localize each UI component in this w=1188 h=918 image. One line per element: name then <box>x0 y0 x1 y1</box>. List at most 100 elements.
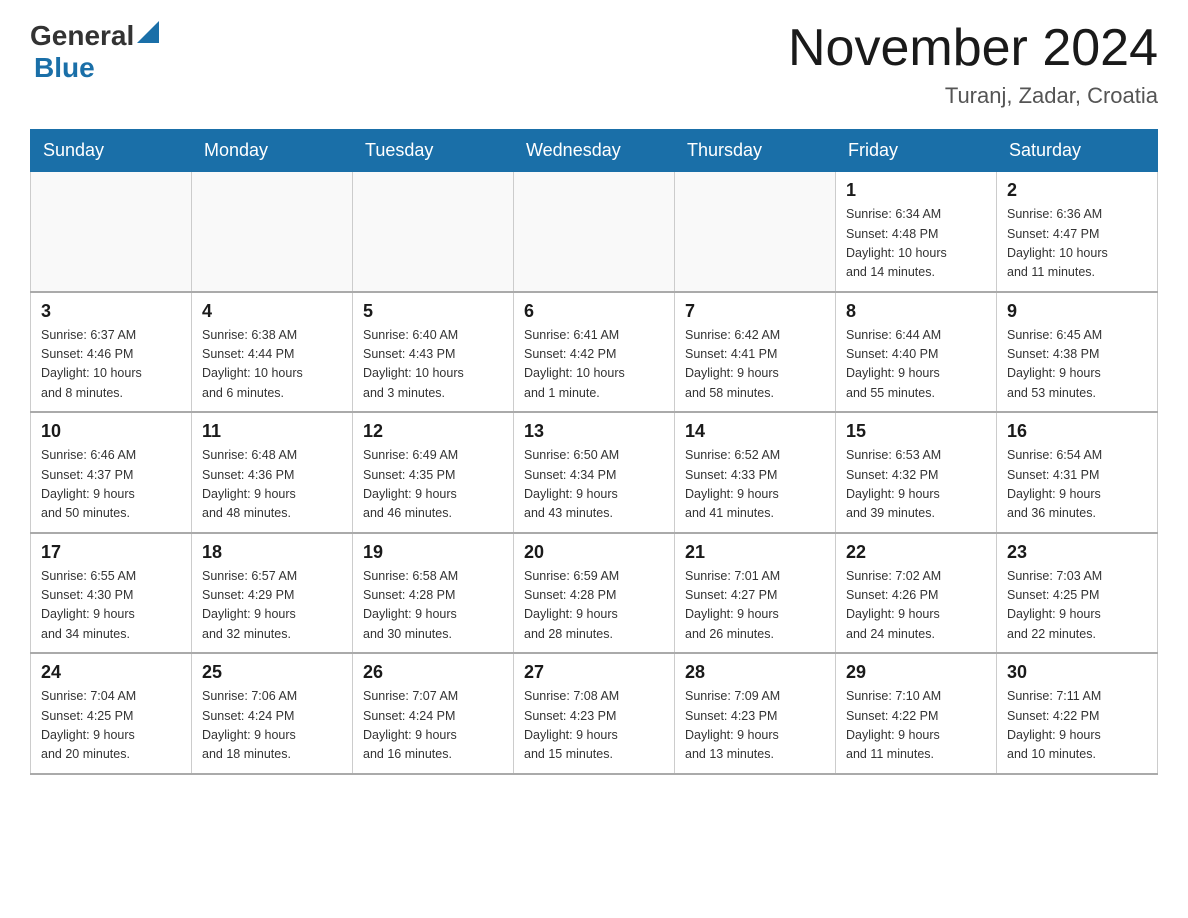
calendar-cell: 28Sunrise: 7:09 AMSunset: 4:23 PMDayligh… <box>675 653 836 774</box>
day-number: 2 <box>1007 180 1147 201</box>
day-number: 10 <box>41 421 181 442</box>
calendar-cell: 19Sunrise: 6:58 AMSunset: 4:28 PMDayligh… <box>353 533 514 654</box>
calendar-cell: 3 Sunrise: 6:37 AMSunset: 4:46 PMDaylight… <box>31 292 192 413</box>
day-info: Sunrise: 6:44 AMSunset: 4:40 PMDaylight:… <box>846 326 986 404</box>
calendar-cell: 14Sunrise: 6:52 AMSunset: 4:33 PMDayligh… <box>675 412 836 533</box>
day-number: 9 <box>1007 301 1147 322</box>
day-number: 18 <box>202 542 342 563</box>
week-row-1: 1 Sunrise: 6:34 AMSunset: 4:48 PMDaylight… <box>31 172 1158 292</box>
day-info: Sunrise: 6:36 AMSunset: 4:47 PMDaylight:… <box>1007 205 1147 283</box>
calendar-cell: 22 Sunrise: 7:02 AMSunset: 4:26 PMDayligh… <box>836 533 997 654</box>
day-info: Sunrise: 7:02 AMSunset: 4:26 PMDaylight:… <box>846 567 986 645</box>
day-number: 19 <box>363 542 503 563</box>
calendar-cell <box>675 172 836 292</box>
col-header-sunday: Sunday <box>31 130 192 172</box>
calendar-cell: 27 Sunrise: 7:08 AMSunset: 4:23 PMDayligh… <box>514 653 675 774</box>
day-info: Sunrise: 6:59 AMSunset: 4:28 PMDaylight:… <box>524 567 664 645</box>
day-info: Sunrise: 6:54 AMSunset: 4:31 PMDaylight:… <box>1007 446 1147 524</box>
day-number: 30 <box>1007 662 1147 683</box>
calendar-cell: 29 Sunrise: 7:10 AMSunset: 4:22 PMDayligh… <box>836 653 997 774</box>
day-number: 8 <box>846 301 986 322</box>
day-info: Sunrise: 6:50 AMSunset: 4:34 PMDaylight:… <box>524 446 664 524</box>
day-info: Sunrise: 6:53 AMSunset: 4:32 PMDaylight:… <box>846 446 986 524</box>
calendar-cell: 1 Sunrise: 6:34 AMSunset: 4:48 PMDaylight… <box>836 172 997 292</box>
calendar-subtitle: Turanj, Zadar, Croatia <box>788 83 1158 109</box>
day-number: 20 <box>524 542 664 563</box>
calendar-cell: 10 Sunrise: 6:46 AMSunset: 4:37 PMDayligh… <box>31 412 192 533</box>
day-info: Sunrise: 6:49 AMSunset: 4:35 PMDaylight:… <box>363 446 503 524</box>
day-number: 14 <box>685 421 825 442</box>
week-row-3: 10 Sunrise: 6:46 AMSunset: 4:37 PMDayligh… <box>31 412 1158 533</box>
day-info: Sunrise: 6:48 AMSunset: 4:36 PMDaylight:… <box>202 446 342 524</box>
calendar-cell: 30 Sunrise: 7:11 AMSunset: 4:22 PMDayligh… <box>997 653 1158 774</box>
calendar-cell: 2 Sunrise: 6:36 AMSunset: 4:47 PMDaylight… <box>997 172 1158 292</box>
day-info: Sunrise: 6:57 AMSunset: 4:29 PMDaylight:… <box>202 567 342 645</box>
day-info: Sunrise: 6:55 AMSunset: 4:30 PMDaylight:… <box>41 567 181 645</box>
col-header-friday: Friday <box>836 130 997 172</box>
calendar-cell: 4 Sunrise: 6:38 AMSunset: 4:44 PMDaylight… <box>192 292 353 413</box>
day-info: Sunrise: 7:04 AMSunset: 4:25 PMDaylight:… <box>41 687 181 765</box>
calendar-cell: 26Sunrise: 7:07 AMSunset: 4:24 PMDayligh… <box>353 653 514 774</box>
week-row-4: 17 Sunrise: 6:55 AMSunset: 4:30 PMDayligh… <box>31 533 1158 654</box>
calendar-cell: 13 Sunrise: 6:50 AMSunset: 4:34 PMDayligh… <box>514 412 675 533</box>
col-header-tuesday: Tuesday <box>353 130 514 172</box>
day-info: Sunrise: 7:08 AMSunset: 4:23 PMDaylight:… <box>524 687 664 765</box>
day-info: Sunrise: 7:03 AMSunset: 4:25 PMDaylight:… <box>1007 567 1147 645</box>
day-number: 17 <box>41 542 181 563</box>
calendar-cell: 11 Sunrise: 6:48 AMSunset: 4:36 PMDayligh… <box>192 412 353 533</box>
calendar-cell <box>31 172 192 292</box>
calendar-title: November 2024 <box>788 20 1158 77</box>
calendar-cell: 12 Sunrise: 6:49 AMSunset: 4:35 PMDayligh… <box>353 412 514 533</box>
calendar-cell <box>514 172 675 292</box>
day-info: Sunrise: 7:11 AMSunset: 4:22 PMDaylight:… <box>1007 687 1147 765</box>
calendar-cell: 18 Sunrise: 6:57 AMSunset: 4:29 PMDayligh… <box>192 533 353 654</box>
day-info: Sunrise: 7:09 AMSunset: 4:23 PMDaylight:… <box>685 687 825 765</box>
day-number: 15 <box>846 421 986 442</box>
day-number: 25 <box>202 662 342 683</box>
day-info: Sunrise: 6:37 AMSunset: 4:46 PMDaylight:… <box>41 326 181 404</box>
day-number: 12 <box>363 421 503 442</box>
day-number: 6 <box>524 301 664 322</box>
calendar-cell: 15 Sunrise: 6:53 AMSunset: 4:32 PMDayligh… <box>836 412 997 533</box>
calendar-cell: 9Sunrise: 6:45 AMSunset: 4:38 PMDaylight… <box>997 292 1158 413</box>
day-info: Sunrise: 7:01 AMSunset: 4:27 PMDaylight:… <box>685 567 825 645</box>
calendar-cell <box>353 172 514 292</box>
day-info: Sunrise: 7:10 AMSunset: 4:22 PMDaylight:… <box>846 687 986 765</box>
day-number: 5 <box>363 301 503 322</box>
day-info: Sunrise: 7:07 AMSunset: 4:24 PMDaylight:… <box>363 687 503 765</box>
day-info: Sunrise: 7:06 AMSunset: 4:24 PMDaylight:… <box>202 687 342 765</box>
day-info: Sunrise: 6:41 AMSunset: 4:42 PMDaylight:… <box>524 326 664 404</box>
day-number: 22 <box>846 542 986 563</box>
logo-blue: Blue <box>34 52 95 83</box>
calendar-cell: 20 Sunrise: 6:59 AMSunset: 4:28 PMDayligh… <box>514 533 675 654</box>
day-info: Sunrise: 6:34 AMSunset: 4:48 PMDaylight:… <box>846 205 986 283</box>
calendar-cell: 5Sunrise: 6:40 AMSunset: 4:43 PMDaylight… <box>353 292 514 413</box>
day-info: Sunrise: 6:38 AMSunset: 4:44 PMDaylight:… <box>202 326 342 404</box>
calendar-cell: 21 Sunrise: 7:01 AMSunset: 4:27 PMDayligh… <box>675 533 836 654</box>
day-number: 21 <box>685 542 825 563</box>
calendar-cell: 16Sunrise: 6:54 AMSunset: 4:31 PMDayligh… <box>997 412 1158 533</box>
day-number: 29 <box>846 662 986 683</box>
day-number: 11 <box>202 421 342 442</box>
day-number: 4 <box>202 301 342 322</box>
calendar-cell: 24 Sunrise: 7:04 AMSunset: 4:25 PMDayligh… <box>31 653 192 774</box>
logo-triangle-icon <box>137 21 159 43</box>
col-header-saturday: Saturday <box>997 130 1158 172</box>
calendar-cell: 8 Sunrise: 6:44 AMSunset: 4:40 PMDaylight… <box>836 292 997 413</box>
calendar-cell: 17 Sunrise: 6:55 AMSunset: 4:30 PMDayligh… <box>31 533 192 654</box>
col-header-monday: Monday <box>192 130 353 172</box>
day-number: 13 <box>524 421 664 442</box>
calendar-cell: 6 Sunrise: 6:41 AMSunset: 4:42 PMDaylight… <box>514 292 675 413</box>
calendar-table: SundayMondayTuesdayWednesdayThursdayFrid… <box>30 129 1158 775</box>
day-info: Sunrise: 6:46 AMSunset: 4:37 PMDaylight:… <box>41 446 181 524</box>
header-row: SundayMondayTuesdayWednesdayThursdayFrid… <box>31 130 1158 172</box>
day-number: 3 <box>41 301 181 322</box>
calendar-cell <box>192 172 353 292</box>
day-number: 1 <box>846 180 986 201</box>
logo-general: General <box>30 20 134 52</box>
col-header-thursday: Thursday <box>675 130 836 172</box>
day-number: 27 <box>524 662 664 683</box>
col-header-wednesday: Wednesday <box>514 130 675 172</box>
page-header: General Blue November 2024 Turanj, Zadar… <box>30 20 1158 109</box>
day-number: 24 <box>41 662 181 683</box>
